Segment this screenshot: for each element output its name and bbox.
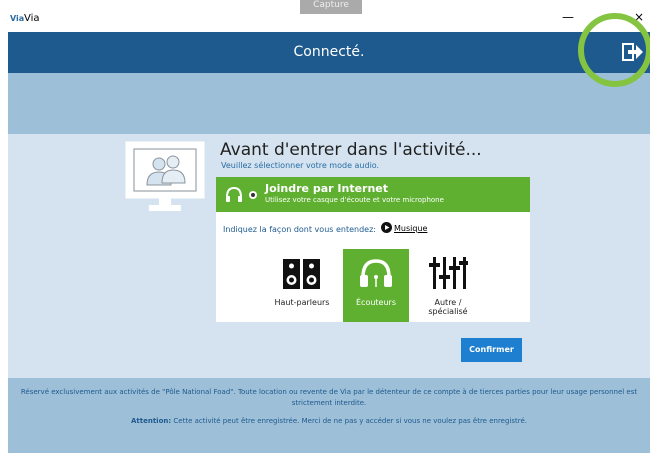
internet-option-description: Utilisez votre casque d'écoute et votre … [265, 196, 444, 204]
page-heading: Avant d'entrer dans l'activité... [220, 140, 482, 160]
speakers-icon [283, 259, 320, 289]
internet-option-title: Joindre par Internet [265, 182, 389, 195]
audio-mode-card: Joindre par Internet Utilisez votre casq… [216, 177, 530, 322]
attention-label: Attention: [130, 417, 172, 425]
device-other[interactable]: Autre / spécialisé [414, 249, 482, 322]
internet-radio[interactable] [249, 191, 257, 199]
internet-option[interactable]: Joindre par Internet Utilisez votre casq… [216, 177, 530, 212]
highlight-ring [578, 13, 650, 87]
capture-overlay: Capture [300, 0, 362, 14]
connection-status: Connecté. [293, 44, 365, 60]
recording-notice: Attention: Cette activité peut être enre… [8, 417, 650, 425]
headphones-icon [360, 259, 392, 287]
music-test-link[interactable]: Musique [394, 224, 427, 233]
mixer-sliders-icon [429, 257, 468, 289]
device-speakers[interactable]: Haut-parleurs [268, 249, 336, 322]
footer: Réservé exclusivement aux activités de "… [8, 378, 650, 453]
header-bar: Connecté. [8, 32, 650, 73]
hearing-prompt: Indiquez la façon dont vous entendez: [223, 225, 376, 234]
device-speakers-label: Haut-parleurs [274, 298, 330, 307]
headset-icon [226, 186, 242, 202]
device-headphones[interactable]: Écouteurs [343, 249, 409, 322]
device-other-label-line1: Autre / [434, 298, 462, 307]
disclaimer-text: Réservé exclusivement aux activités de "… [20, 388, 638, 407]
device-headphones-label: Écouteurs [355, 298, 396, 307]
play-icon[interactable] [381, 222, 392, 233]
page-subheading: Veuillez sélectionner votre mode audio. [221, 161, 380, 170]
attention-text: Cette activité peut être enregistrée. Me… [171, 417, 528, 425]
app-logo: Via [10, 14, 25, 23]
confirm-button[interactable]: Confirmer [461, 338, 522, 362]
device-other-label: Autre / spécialisé [414, 298, 482, 316]
minimize-button[interactable]: — [562, 10, 574, 24]
header-band [8, 73, 650, 134]
window-title: Via [24, 13, 40, 24]
users-monitor-icon [125, 141, 205, 211]
device-other-label-line2: spécialisé [428, 307, 468, 316]
